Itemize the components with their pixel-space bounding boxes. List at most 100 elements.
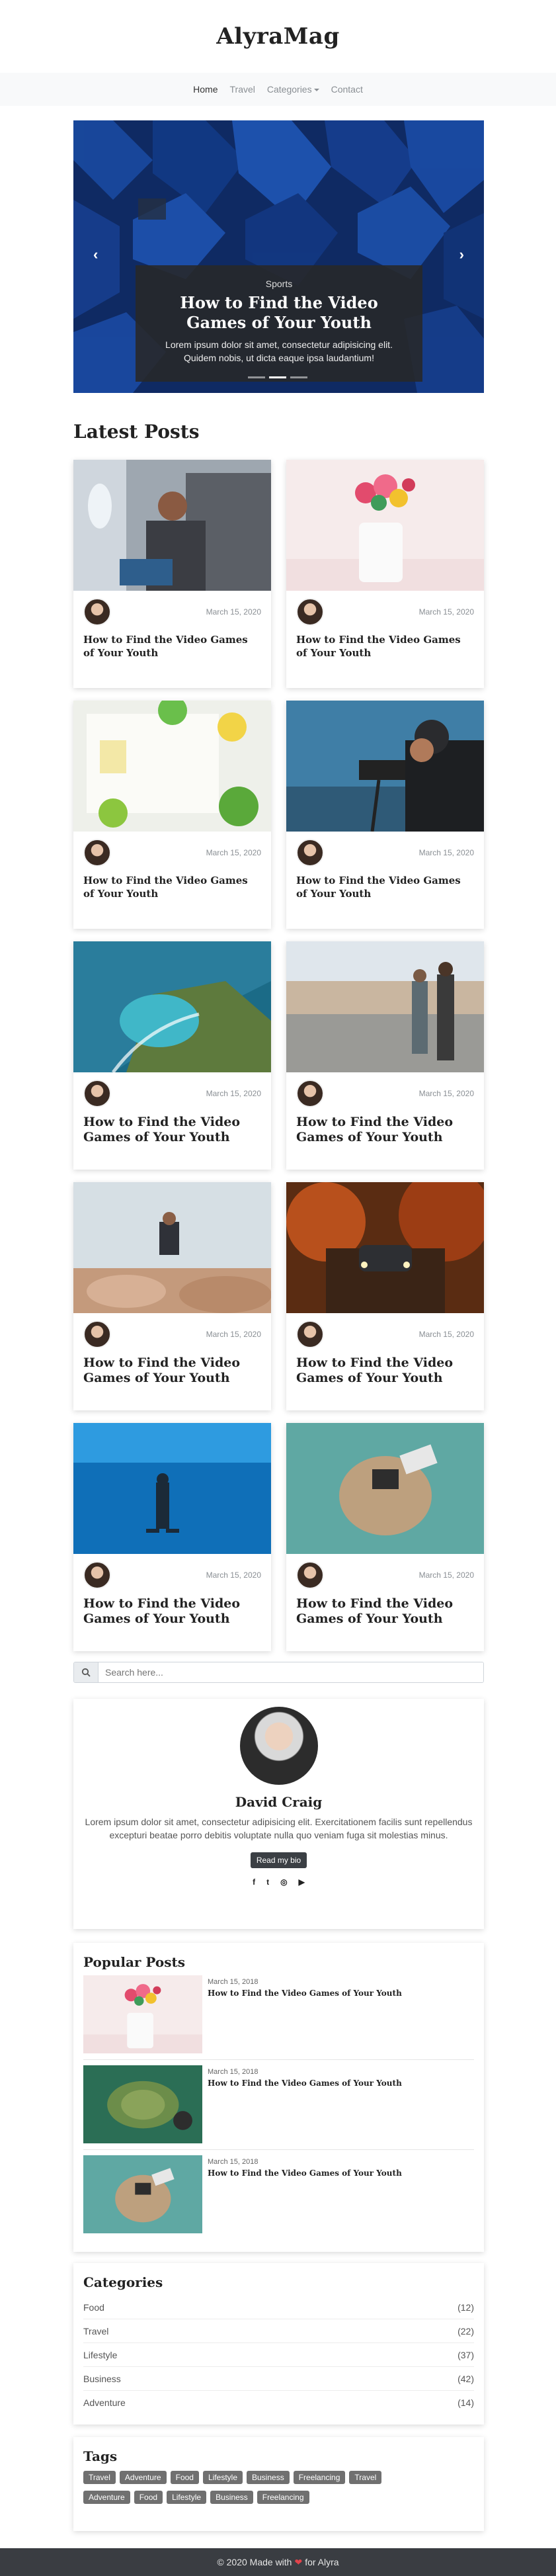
popular-post[interactable]: March 15, 2018 How to Find the Video Gam… [83,1975,474,2065]
post-thumbnail[interactable] [73,1423,271,1554]
tag-link[interactable]: Lifestyle [202,2471,243,2484]
tag-link[interactable]: Food [170,2471,199,2484]
carousel-next-icon[interactable]: › [459,246,464,263]
divider [83,2149,474,2150]
post-title[interactable]: How to Find the Video Games of Your Yout… [73,1587,271,1627]
category-name[interactable]: Lifestyle [83,2350,117,2360]
popular-post-date: March 15, 2018 [208,1978,258,1986]
post-thumbnail[interactable] [73,701,271,832]
carousel-indicator[interactable] [290,376,307,378]
avatar [296,598,324,626]
post-card[interactable]: March 15, 2020 How to Find the Video Gam… [286,701,484,929]
post-thumbnail[interactable] [286,1423,484,1554]
post-card[interactable]: March 15, 2020 How to Find the Video Gam… [286,1182,484,1410]
site-title[interactable]: AlyraMag [216,23,339,50]
tag-link[interactable]: Food [134,2491,163,2504]
post-card[interactable]: March 15, 2020 How to Find the Video Gam… [73,1182,271,1410]
read-bio-button[interactable]: Read my bio [250,1852,307,1868]
heart-icon: ❤ [294,2556,303,2567]
popular-posts: Popular Posts March 15, 2018 How to Find… [73,1943,484,2252]
post-title[interactable]: How to Find the Video Games of Your Yout… [73,1105,271,1145]
category-count: (42) [457,2373,474,2384]
post-title[interactable]: How to Find the Video Games of Your Yout… [73,865,271,900]
categories-list: Food (12) Travel (22) Lifestyle (37) Busine… [83,2296,474,2415]
category-count: (14) [457,2397,474,2408]
post-title[interactable]: How to Find the Video Games of Your Yout… [286,865,484,900]
search-button[interactable] [74,1662,99,1682]
category-name[interactable]: Food [83,2302,104,2313]
tag-link[interactable]: Business [247,2471,290,2484]
carousel-indicator[interactable] [248,376,265,378]
tag-link[interactable]: Adventure [119,2471,167,2484]
twitter-icon[interactable]: t [266,1877,269,1887]
post-card[interactable]: March 15, 2020 How to Find the Video Gam… [286,1423,484,1651]
category-row[interactable]: Lifestyle (37) [83,2343,474,2367]
hero-title[interactable]: How to Find the Video Games of Your Yout… [149,293,409,333]
post-thumbnail[interactable] [73,1182,271,1313]
category-name[interactable]: Travel [83,2326,108,2337]
post-meta: March 15, 2020 [73,1072,271,1107]
search-icon [81,1668,91,1677]
nav-home[interactable]: Home [193,84,218,95]
post-meta: March 15, 2020 [286,591,484,626]
avatar [296,839,324,867]
category-row[interactable]: Business (42) [83,2367,474,2391]
post-title[interactable]: How to Find the Video Games of Your Yout… [286,1587,484,1627]
tag-link[interactable]: Business [210,2491,253,2504]
facebook-icon[interactable]: f [253,1877,255,1887]
post-card[interactable]: March 15, 2020 How to Find the Video Gam… [286,460,484,688]
hero-category[interactable]: Sports [136,279,422,289]
carousel-indicator[interactable] [269,376,286,378]
category-row[interactable]: Travel (22) [83,2319,474,2343]
category-row[interactable]: Adventure (14) [83,2391,474,2415]
post-meta: March 15, 2020 [73,1554,271,1589]
category-name[interactable]: Adventure [83,2397,126,2408]
caret-down-icon [313,89,319,92]
popular-post-thumbnail[interactable] [83,1975,202,2053]
tag-link[interactable]: Freelancing [293,2471,346,2484]
tag-link[interactable]: Travel [349,2471,382,2484]
post-thumbnail[interactable] [286,941,484,1072]
carousel-prev-icon[interactable]: ‹ [93,246,98,263]
popular-post-title[interactable]: How to Find the Video Games of Your Yout… [208,1989,402,1998]
post-title[interactable]: How to Find the Video Games of Your Yout… [286,1346,484,1386]
tag-link[interactable]: Adventure [83,2491,130,2504]
post-card[interactable]: March 15, 2020 How to Find the Video Gam… [73,460,271,688]
post-card[interactable]: March 15, 2020 How to Find the Video Gam… [73,1423,271,1651]
popular-post-title[interactable]: How to Find the Video Games of Your Yout… [208,2079,402,2088]
post-meta: March 15, 2020 [286,832,484,867]
hero-carousel: ‹ › Sports How to Find the Video Games o… [73,120,484,393]
search-input[interactable] [99,1662,483,1682]
popular-post-thumbnail[interactable] [83,2065,202,2143]
tag-link[interactable]: Lifestyle [167,2491,207,2504]
nav-categories[interactable]: Categories [267,84,319,95]
youtube-icon[interactable]: ▶ [299,1877,305,1887]
popular-post[interactable]: March 15, 2018 How to Find the Video Gam… [83,2155,474,2245]
popular-post-thumbnail[interactable] [83,2155,202,2233]
instagram-icon[interactable]: ◎ [280,1877,287,1887]
popular-post[interactable]: March 15, 2018 How to Find the Video Gam… [83,2065,474,2155]
post-title[interactable]: How to Find the Video Games of Your Yout… [286,1105,484,1145]
post-thumbnail[interactable] [286,701,484,832]
post-title[interactable]: How to Find the Video Games of Your Yout… [286,624,484,660]
post-title[interactable]: How to Find the Video Games of Your Yout… [73,624,271,660]
post-thumbnail[interactable] [73,460,271,591]
post-thumbnail[interactable] [73,941,271,1072]
category-count: (12) [457,2301,474,2313]
nav-contact[interactable]: Contact [331,84,363,95]
post-thumbnail[interactable] [286,1182,484,1313]
post-thumbnail[interactable] [286,460,484,591]
post-card[interactable]: March 15, 2020 How to Find the Video Gam… [286,941,484,1170]
post-card[interactable]: March 15, 2020 How to Find the Video Gam… [73,701,271,929]
post-title[interactable]: How to Find the Video Games of Your Yout… [73,1346,271,1386]
category-row[interactable]: Food (12) [83,2296,474,2319]
nav-travel[interactable]: Travel [230,84,255,95]
avatar [296,1080,324,1107]
popular-post-title[interactable]: How to Find the Video Games of Your Yout… [208,2168,402,2178]
category-name[interactable]: Business [83,2374,121,2384]
popular-posts-heading: Popular Posts [83,1954,186,1970]
post-card[interactable]: March 15, 2020 How to Find the Video Gam… [73,941,271,1170]
post-date: March 15, 2020 [418,1570,474,1580]
tag-link[interactable]: Travel [83,2471,116,2484]
tag-link[interactable]: Freelancing [257,2491,309,2504]
